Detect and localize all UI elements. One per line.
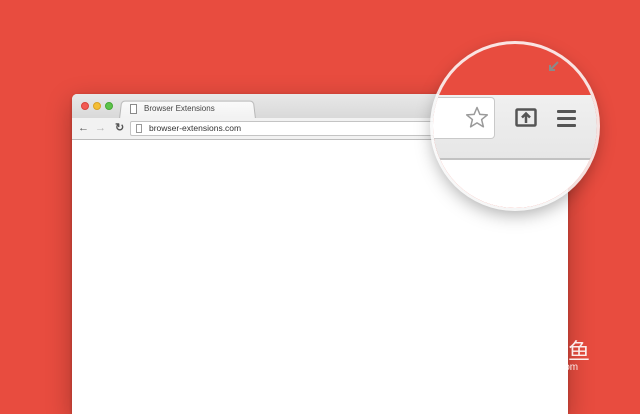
back-button[interactable]: ←: [78, 121, 89, 135]
reload-button[interactable]: ↻: [115, 121, 124, 135]
maximize-window-button[interactable]: [105, 102, 113, 110]
watermark: 网多鱼 wduoyu.com: [462, 330, 602, 380]
tab-content[interactable]: Browser Extensions: [128, 103, 252, 117]
close-window-button[interactable]: [81, 102, 89, 110]
forward-button[interactable]: →: [95, 121, 106, 135]
star-icon[interactable]: [465, 106, 489, 129]
address-bar[interactable]: browser-extensions.com: [130, 121, 450, 136]
watermark-url-text: wduoyu.com: [522, 362, 579, 373]
tab-title: Browser Extensions: [144, 104, 215, 113]
resize-icon: [549, 61, 559, 71]
magnifier-callout: [433, 44, 597, 208]
hamburger-menu-icon[interactable]: [557, 110, 576, 131]
page-icon: [130, 104, 137, 114]
magnified-page: [433, 160, 597, 208]
url-text: browser-extensions.com: [149, 123, 242, 133]
fish-logo-icon: [464, 334, 516, 372]
page-icon: [136, 124, 142, 133]
share-icon[interactable]: [515, 108, 537, 127]
minimize-window-button[interactable]: [93, 102, 101, 110]
